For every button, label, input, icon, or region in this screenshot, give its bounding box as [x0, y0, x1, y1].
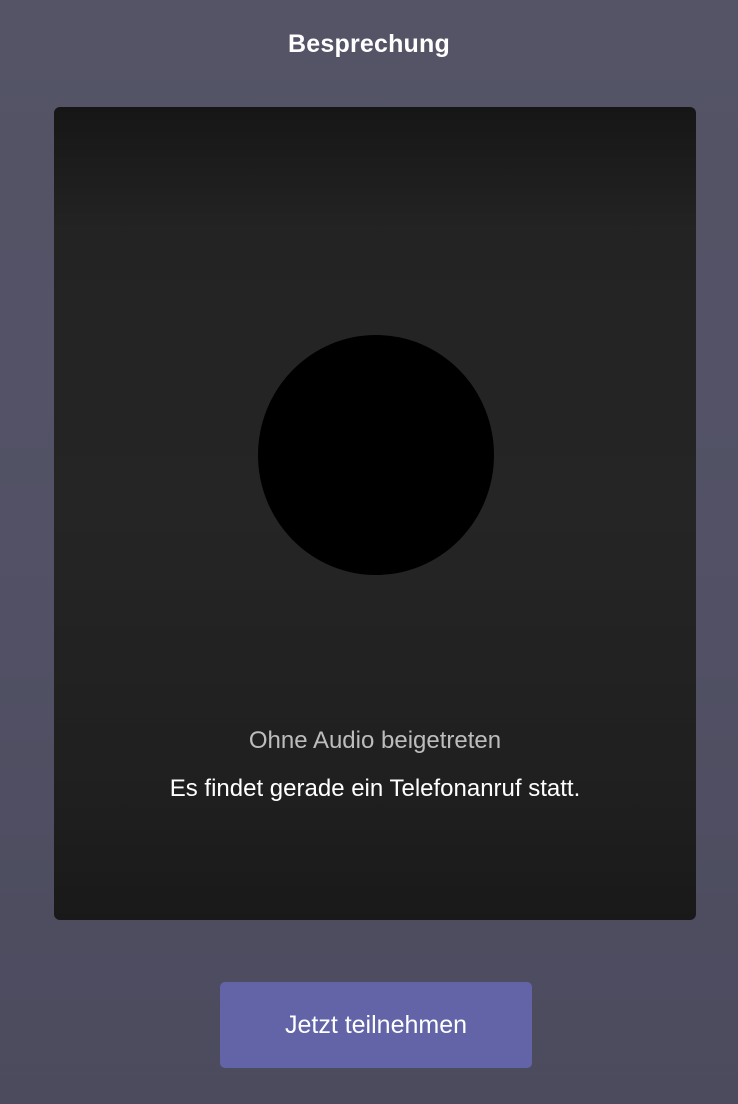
call-status-text: Es findet gerade ein Telefonanruf statt. [169, 775, 581, 802]
audio-status-text: Ohne Audio beigetreten [248, 727, 502, 754]
page-title: Besprechung [288, 30, 450, 58]
avatar [258, 335, 494, 575]
video-preview: Ohne Audio beigetreten Es findet gerade … [54, 107, 696, 920]
meeting-join-screen: Besprechung Ohne Audio beigetreten Es fi… [0, 0, 738, 1104]
join-now-button[interactable]: Jetzt teilnehmen [220, 982, 532, 1068]
